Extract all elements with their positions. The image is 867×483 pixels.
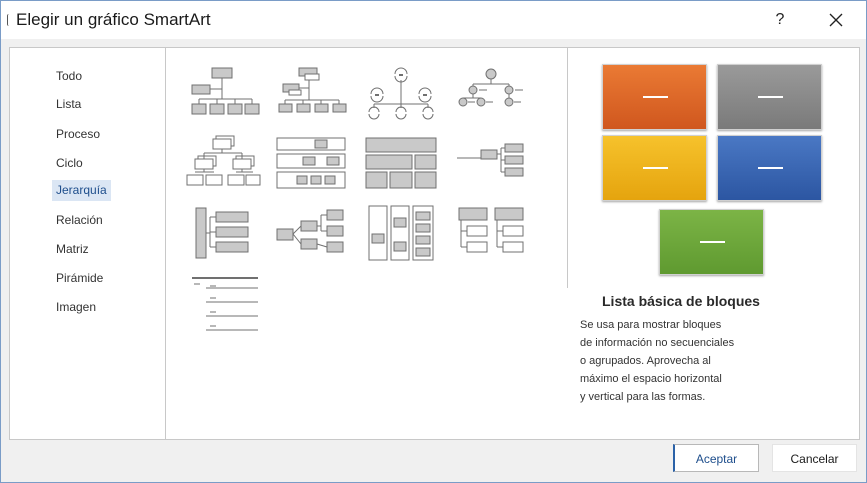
layout-horizontal-hierarchy[interactable]	[451, 134, 531, 196]
table-list-thumbnail	[458, 207, 524, 253]
preview-description: Se usa para mostrar bloques de informaci…	[580, 316, 760, 406]
dialog-title: Elegir un gráfico SmartArt	[16, 10, 211, 29]
preview-block-yellow	[602, 135, 707, 201]
layout-hierarchy-list[interactable]	[182, 204, 262, 266]
horizontal-multilevel-thumbnail	[276, 209, 344, 253]
preview-description-line: de información no secuenciales	[580, 337, 735, 349]
category-proceso[interactable]: Proceso	[52, 124, 104, 145]
preview-description-line: máximo el espacio horizontal	[580, 373, 722, 385]
close-icon	[829, 13, 843, 27]
help-button[interactable]: ?	[766, 7, 794, 33]
category-matriz[interactable]: Matriz	[52, 239, 93, 260]
category-ciclo[interactable]: Ciclo	[52, 153, 87, 174]
hierarchy-list-thumbnail	[195, 207, 249, 259]
table-hierarchy-thumbnail	[365, 137, 437, 189]
name-title-org-chart-thumbnail	[278, 67, 347, 113]
title-bar: Elegir un gráfico SmartArt ?	[1, 1, 866, 39]
preview-block-blue	[717, 135, 822, 201]
block-text-placeholder	[643, 96, 668, 98]
category-todo[interactable]: Todo	[52, 66, 86, 87]
layout-gallery	[167, 48, 567, 439]
layout-lined-list[interactable]	[182, 274, 262, 336]
category-imagen[interactable]: Imagen	[52, 297, 100, 318]
layout-organization-chart[interactable]	[182, 64, 262, 126]
preview-title: Lista básica de bloques	[602, 293, 760, 309]
category-piramide[interactable]: Pirámide	[52, 268, 107, 289]
architecture-thumbnail	[368, 205, 434, 261]
preview-description-line: Se usa para mostrar bloques	[580, 319, 722, 331]
dialog-content: Todo Lista Proceso Ciclo Jerarquía Relac…	[9, 47, 860, 440]
layout-name-title-org-chart[interactable]	[271, 64, 351, 126]
category-lista[interactable]: Lista	[52, 94, 85, 115]
block-text-placeholder	[758, 167, 783, 169]
circle-hierarchy-thumbnail	[458, 68, 523, 107]
preview-block-orange	[602, 64, 707, 130]
title-bar-edge-mark	[7, 14, 11, 26]
preview-block-gray	[717, 64, 822, 130]
category-list: Todo Lista Proceso Ciclo Jerarquía Relac…	[10, 48, 166, 439]
layout-horizontal-multi-level[interactable]	[271, 204, 351, 266]
preview-block-green	[659, 209, 764, 275]
layout-labeled-hierarchy[interactable]	[271, 134, 351, 196]
category-relacion[interactable]: Relación	[52, 210, 107, 231]
preview-pane: Lista básica de bloques Se usa para most…	[568, 48, 859, 439]
block-text-placeholder	[643, 167, 668, 169]
smartart-dialog: Elegir un gráfico SmartArt ? Todo Lista …	[0, 0, 867, 483]
half-circle-org-chart-thumbnail	[368, 67, 434, 120]
preview-description-line: o agrupados. Aprovecha al	[580, 355, 711, 367]
layout-half-circle-org-chart[interactable]	[361, 64, 441, 126]
layout-table-hierarchy[interactable]	[361, 134, 441, 196]
org-chart-thumbnail	[191, 67, 260, 115]
block-text-placeholder	[758, 96, 783, 98]
block-text-placeholder	[700, 241, 725, 243]
layout-circle-picture-hierarchy[interactable]	[451, 64, 531, 126]
hierarchy-thumbnail	[186, 135, 261, 186]
ok-button[interactable]: Aceptar	[673, 444, 759, 472]
layout-architecture[interactable]	[361, 204, 441, 266]
lined-list-thumbnail	[192, 277, 258, 331]
layout-table-list[interactable]	[451, 204, 531, 266]
preview-description-line: y vertical para las formas.	[580, 391, 706, 403]
close-button[interactable]	[821, 6, 851, 34]
layout-hierarchy[interactable]	[182, 134, 262, 196]
cancel-button[interactable]: Cancelar	[772, 444, 857, 472]
category-jerarquia[interactable]: Jerarquía	[52, 180, 111, 201]
labeled-hierarchy-thumbnail	[276, 137, 346, 189]
horizontal-hierarchy-thumbnail	[457, 143, 524, 177]
